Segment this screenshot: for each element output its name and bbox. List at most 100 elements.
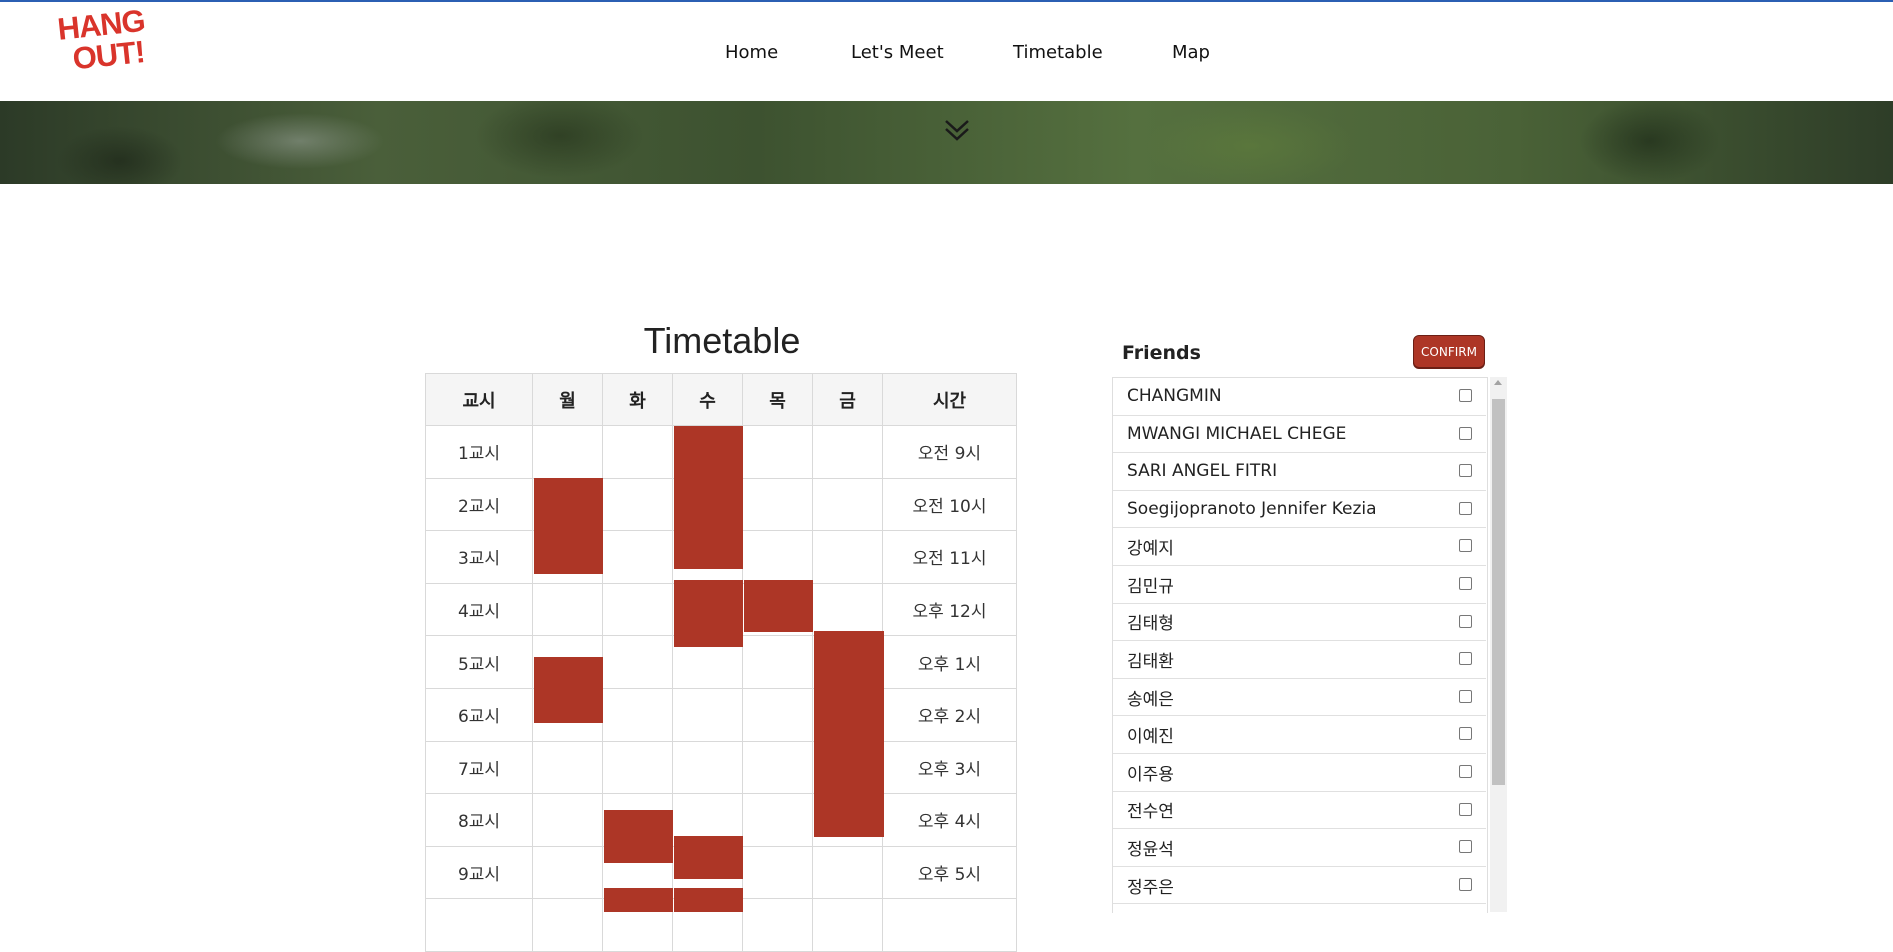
slot-cell[interactable] (742, 898, 813, 952)
slot-cell[interactable] (602, 530, 673, 584)
slot-cell[interactable] (742, 530, 813, 584)
class-block[interactable] (744, 580, 813, 632)
header-tue: 화 (602, 373, 673, 426)
slot-cell[interactable] (602, 740, 673, 795)
slot-cell[interactable] (742, 687, 813, 742)
friend-item[interactable]: MWANGI MICHAEL CHEGE (1113, 416, 1486, 454)
friend-name: MWANGI MICHAEL CHEGE (1127, 423, 1347, 444)
chevron-down-icon[interactable] (942, 115, 972, 145)
friend-checkbox[interactable] (1459, 577, 1472, 590)
friend-checkbox[interactable] (1459, 877, 1472, 891)
header-thu: 목 (742, 373, 813, 426)
slot-cell[interactable] (812, 582, 883, 637)
friends-scrollbar[interactable] (1490, 377, 1507, 912)
slot-cell[interactable] (602, 687, 673, 742)
period-cell: 1교시 (425, 425, 533, 479)
slot-cell[interactable] (812, 845, 883, 900)
friend-item[interactable]: 정주은 (1113, 867, 1486, 905)
slot-cell[interactable] (742, 793, 813, 847)
friend-checkbox[interactable] (1459, 802, 1472, 816)
slot-cell[interactable] (532, 740, 603, 795)
slot-cell[interactable] (812, 530, 883, 584)
friend-checkbox[interactable] (1459, 426, 1472, 440)
friend-checkbox[interactable] (1459, 389, 1472, 402)
friend-checkbox[interactable] (1459, 539, 1472, 553)
timetable-row: 6교시 오후 2시 (425, 687, 1017, 742)
friend-checkbox[interactable] (1459, 840, 1472, 854)
friend-item[interactable]: 김태환 (1113, 641, 1486, 679)
friend-item[interactable]: 김태형 (1113, 604, 1486, 642)
friend-item[interactable]: 강예지 (1113, 528, 1486, 566)
friend-checkbox[interactable] (1459, 652, 1472, 666)
friend-item[interactable]: 이예진 (1113, 716, 1486, 754)
slot-cell[interactable] (672, 687, 743, 742)
class-block[interactable] (534, 657, 603, 723)
scroll-thumb[interactable] (1492, 399, 1505, 785)
friend-name: 김태환 (1127, 651, 1174, 672)
hero-banner (0, 101, 1893, 184)
confirm-button[interactable]: CONFIRM (1413, 335, 1485, 368)
time-cell: 오후 5시 (882, 845, 1017, 900)
slot-cell[interactable] (812, 425, 883, 479)
class-block[interactable] (604, 810, 673, 863)
nav-home[interactable]: Home (725, 42, 778, 63)
slot-cell[interactable] (532, 898, 603, 952)
friend-item[interactable]: CHANGMIN (1113, 378, 1486, 416)
friend-item[interactable]: 정윤석 (1113, 829, 1486, 867)
nav-timetable[interactable]: Timetable (1013, 42, 1103, 63)
slot-cell[interactable] (812, 898, 883, 952)
friend-checkbox[interactable] (1459, 727, 1472, 741)
friend-name: Soegijopranoto Jennifer Kezia (1127, 499, 1377, 520)
friend-name: 이예진 (1127, 727, 1174, 748)
friend-checkbox[interactable] (1459, 689, 1472, 703)
slot-cell[interactable] (602, 425, 673, 479)
slot-cell[interactable] (602, 582, 673, 637)
slot-cell[interactable] (742, 845, 813, 900)
slot-cell[interactable] (742, 425, 813, 479)
friend-checkbox[interactable] (1459, 501, 1472, 515)
slot-cell[interactable] (812, 477, 883, 532)
friend-item[interactable]: 송예은 (1113, 679, 1486, 717)
period-cell: 5교시 (425, 635, 533, 689)
navbar: HANG OUT! Home Let's Meet Timetable Map (0, 2, 1893, 101)
class-block[interactable] (814, 631, 884, 837)
scroll-up-arrow-icon[interactable] (1494, 380, 1502, 385)
friend-checkbox[interactable] (1459, 614, 1472, 628)
period-cell (425, 898, 533, 952)
slot-cell[interactable] (532, 582, 603, 637)
class-block[interactable] (674, 836, 743, 879)
class-block[interactable] (604, 888, 673, 912)
timetable-row: 7교시 오후 3시 (425, 740, 1017, 795)
class-block[interactable] (534, 478, 603, 574)
slot-cell[interactable] (742, 740, 813, 795)
timetable-header-row: 교시 월 화 수 목 금 시간 (425, 373, 1017, 426)
slot-cell[interactable] (532, 425, 603, 479)
slot-cell[interactable] (602, 477, 673, 532)
friend-item[interactable]: 김민규 (1113, 566, 1486, 604)
friend-name: 전수연 (1127, 802, 1174, 823)
slot-cell[interactable] (532, 845, 603, 900)
slot-cell[interactable] (532, 793, 603, 847)
class-block[interactable] (674, 580, 743, 647)
hangout-logo[interactable]: HANG OUT! (56, 3, 172, 77)
friend-item[interactable]: 이주용 (1113, 754, 1486, 792)
nav-map[interactable]: Map (1172, 42, 1210, 63)
friend-item[interactable]: 전수연 (1113, 792, 1486, 830)
friend-checkbox[interactable] (1459, 765, 1472, 778)
friend-name: 김민규 (1127, 576, 1174, 597)
friend-name: 정윤석 (1127, 839, 1174, 860)
class-block[interactable] (674, 888, 743, 912)
time-cell: 오후 4시 (882, 793, 1017, 847)
nav-lets-meet[interactable]: Let's Meet (851, 42, 944, 63)
time-cell: 오전 11시 (882, 530, 1017, 584)
slot-cell[interactable] (602, 635, 673, 689)
friend-checkbox[interactable] (1459, 464, 1472, 478)
slot-cell[interactable] (672, 740, 743, 795)
friend-name: 김태형 (1127, 614, 1174, 635)
slot-cell[interactable] (742, 635, 813, 689)
friend-item[interactable]: Soegijopranoto Jennifer Kezia (1113, 491, 1486, 529)
slot-cell[interactable] (742, 477, 813, 532)
friend-item[interactable]: SARI ANGEL FITRI (1113, 453, 1486, 491)
class-block[interactable] (674, 426, 743, 569)
time-cell: 오후 1시 (882, 635, 1017, 689)
